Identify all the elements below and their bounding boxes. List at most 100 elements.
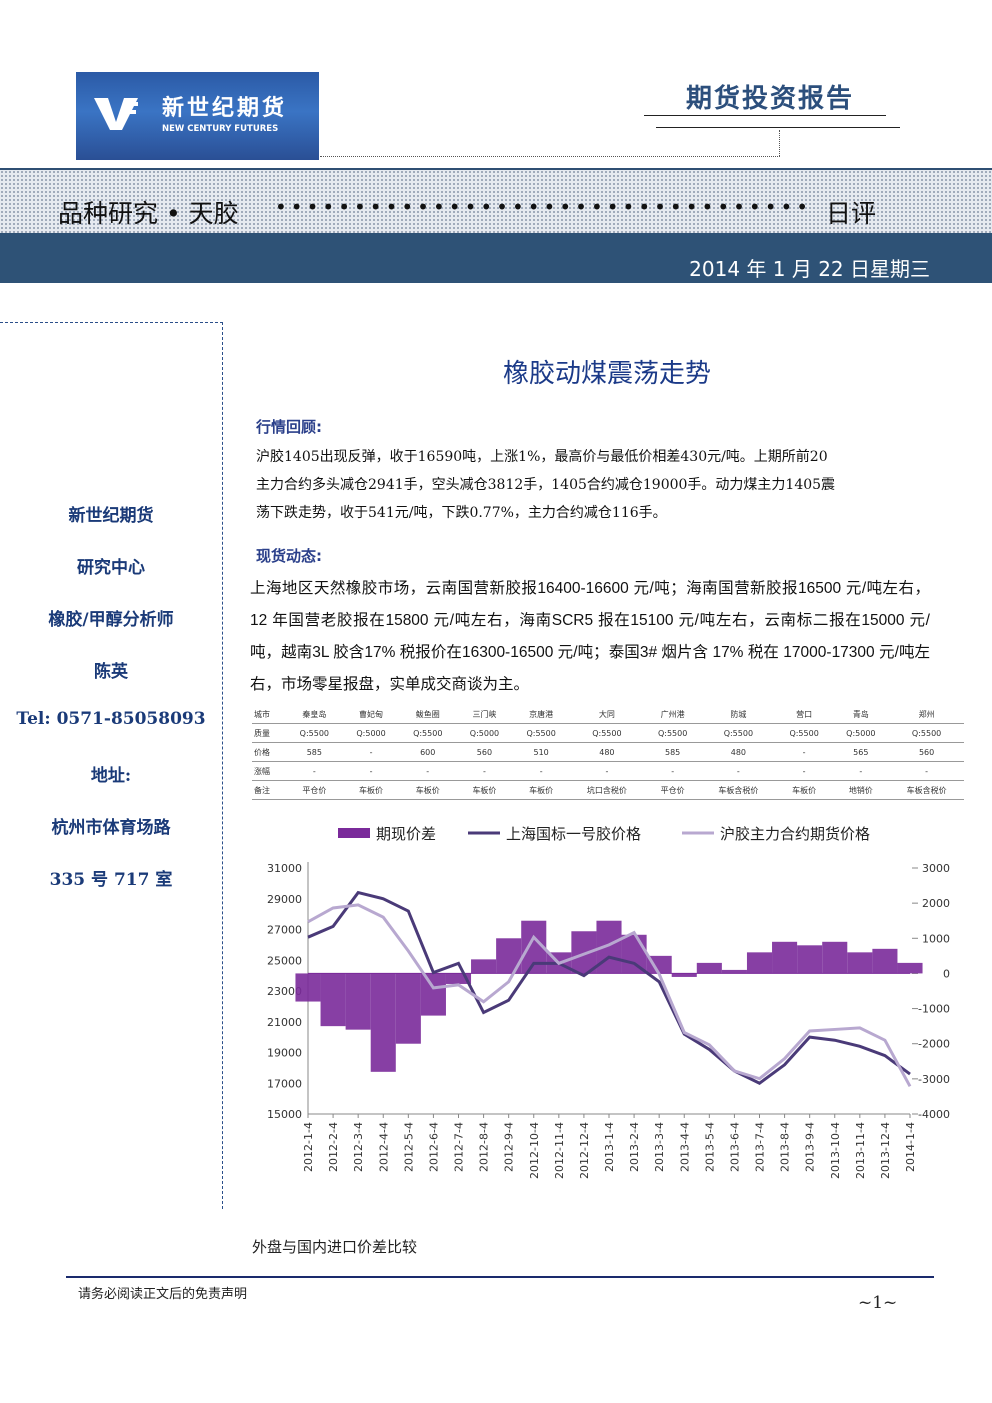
table-row: 价格 585-600 560 510 480 585 480-565 560 (252, 742, 964, 762)
table-cell: - (644, 761, 701, 781)
table-cell: 600 (399, 742, 457, 762)
spread-bar (420, 973, 446, 1016)
table-cell: 青岛 (832, 705, 890, 724)
sidebar-addr-1: 杭州市体育场路 (51, 818, 171, 838)
y-right-tick-label: 3000 (922, 862, 950, 875)
table-cell: 大同 (569, 705, 645, 724)
table-cell: 585 (285, 742, 343, 762)
y-right-tick-label: -1000 (918, 1003, 950, 1016)
y-left-tick-label: 27000 (267, 924, 302, 937)
spread-bar (370, 973, 396, 1072)
report-date: 2014 年 1 月 22 日星期三 (689, 257, 930, 281)
table-cell: 平仓价 (285, 780, 343, 800)
x-tick-label: 2012-11-4 (553, 1122, 566, 1179)
x-tick-label: 2013-5-4 (703, 1122, 716, 1172)
table-cell: Q:5500 (775, 723, 833, 743)
table-cell: 地销价 (832, 780, 890, 800)
table-cell: 平仓价 (644, 780, 701, 800)
sidebar-name: 陈英 (94, 662, 128, 682)
sidebar-role: 橡胶/甲醇分析师 (48, 610, 174, 630)
logo-mark-icon (94, 98, 138, 130)
table-cell: 车板价 (512, 780, 570, 800)
table-cell: 560 (456, 742, 513, 762)
spread-bar (797, 945, 823, 974)
spread-bar (772, 941, 798, 974)
x-tick-label: 2012-1-4 (302, 1122, 315, 1172)
price-spread-chart: 期现价差 上海国标一号胶价格 沪胶主力合约期货价格 15000 17000 19000 2… (267, 825, 950, 1179)
category-title: 品种研究 • 天胶 (58, 199, 239, 228)
table-cell: 坑口含税价 (569, 780, 645, 800)
x-tick-label: 2012-2-4 (327, 1122, 340, 1172)
header-rule-2 (656, 127, 900, 128)
review-paragraph: 沪胶1405出现反弹，收于16590吨，上涨1%，最高价与最低价相差430元/吨… (256, 443, 946, 527)
x-tick-label: 2013-10-4 (829, 1122, 842, 1179)
sidebar-addr-label: 地址: (90, 766, 132, 786)
table-cell: Q:5500 (285, 723, 343, 743)
table-cell: Q:5500 (399, 723, 457, 743)
table-cell: Q:5000 (832, 723, 890, 743)
x-tick-label: 2013-3-4 (653, 1122, 666, 1172)
y-right-tick-label: -3000 (918, 1073, 950, 1086)
review-line: 沪胶1405出现反弹，收于16590吨，上涨1%，最高价与最低价相差430元/吨… (256, 449, 828, 465)
review-heading: 行情回顾: (256, 418, 322, 436)
spread-bar (395, 973, 421, 1044)
x-tick-label: 2013-7-4 (754, 1122, 767, 1172)
figure-caption: 外盘与国内进口价差比较 (252, 1238, 418, 1256)
chart-legend: 期现价差 上海国标一号胶价格 沪胶主力合约期货价格 (338, 825, 870, 843)
footer-rule (66, 1276, 934, 1278)
y-left-tick-label: 25000 (267, 954, 302, 967)
table-cell: Q:5500 (569, 723, 645, 743)
spread-bar (295, 973, 321, 1002)
table-row: 质量 Q:5500 Q:5000 Q:5500 Q:5000 Q:5500 Q:5500 Q:… (252, 723, 964, 743)
x-tick-label: 2012-3-4 (352, 1122, 365, 1172)
spot-paragraph: 上海地区天然橡胶市场，云南国营新胶报16400-16600 元/吨；海南国营新胶… (250, 580, 930, 693)
report-type: 期货投资报告 (685, 84, 854, 114)
table-cell: Q:5000 (342, 723, 400, 743)
y-right-tick-label: 2000 (922, 897, 950, 910)
category-suffix: 日评 (826, 199, 877, 228)
table-cell: - (569, 761, 645, 781)
y-left-tick-label: 19000 (267, 1047, 302, 1060)
table-cell: 480 (569, 742, 645, 762)
table-cell: 郑州 (889, 705, 964, 724)
table-cell: - (832, 761, 890, 781)
y-left-tick-label: 21000 (267, 1016, 302, 1029)
x-tick-label: 2012-6-4 (427, 1122, 440, 1172)
table-cell: Q:5500 (644, 723, 701, 743)
x-tick-label: 2013-1-4 (603, 1122, 616, 1172)
legend-swatch (338, 828, 370, 838)
table-cell: 车板价 (342, 780, 400, 800)
x-tick-label: 2013-11-4 (854, 1122, 867, 1179)
table-cell: Q:5500 (700, 723, 776, 743)
spread-bar (471, 959, 497, 974)
y-right-tick-label: -2000 (918, 1038, 950, 1051)
y-right-tick-label: 0 (943, 967, 950, 980)
table-cell: - (342, 742, 400, 762)
analyst-sidebar: 新世纪期货 研究中心 橡胶/甲醇分析师 陈英 Tel: 0571-8505809… (0, 322, 223, 1209)
table-cell: 565 (832, 742, 890, 762)
table-cell: 车板价 (775, 780, 833, 800)
table-cell: 三门峡 (456, 705, 513, 724)
sidebar-tel: Tel: 0571-85058093 (16, 709, 206, 729)
x-tick-label: 2012-5-4 (402, 1122, 415, 1172)
legend-label: 上海国标一号胶价格 (506, 825, 641, 843)
table-cell: 480 (700, 742, 776, 762)
table-cell: Q:5500 (512, 723, 570, 743)
header-rule (644, 115, 886, 116)
x-tick-label: 2012-12-4 (578, 1122, 591, 1179)
x-tick-label: 2012-4-4 (377, 1122, 390, 1172)
sidebar-dept: 研究中心 (77, 558, 145, 578)
y-left-tick-label: 29000 (267, 893, 302, 906)
y-left-tick-label: 15000 (267, 1108, 302, 1121)
legend-label: 期现价差 (376, 825, 436, 843)
table-cell: 京唐港 (512, 705, 570, 724)
table-cell: - (285, 761, 343, 781)
table-cell: 585 (644, 742, 701, 762)
x-tick-label: 2012-10-4 (528, 1122, 541, 1179)
article-title: 橡胶动煤震荡走势 (502, 359, 711, 389)
table-cell: 车板价 (399, 780, 457, 800)
spot-heading: 现货动态: (256, 547, 322, 565)
spread-bar (746, 952, 773, 974)
table-cell: - (700, 761, 776, 781)
table-cell: 车板含税价 (889, 780, 964, 800)
